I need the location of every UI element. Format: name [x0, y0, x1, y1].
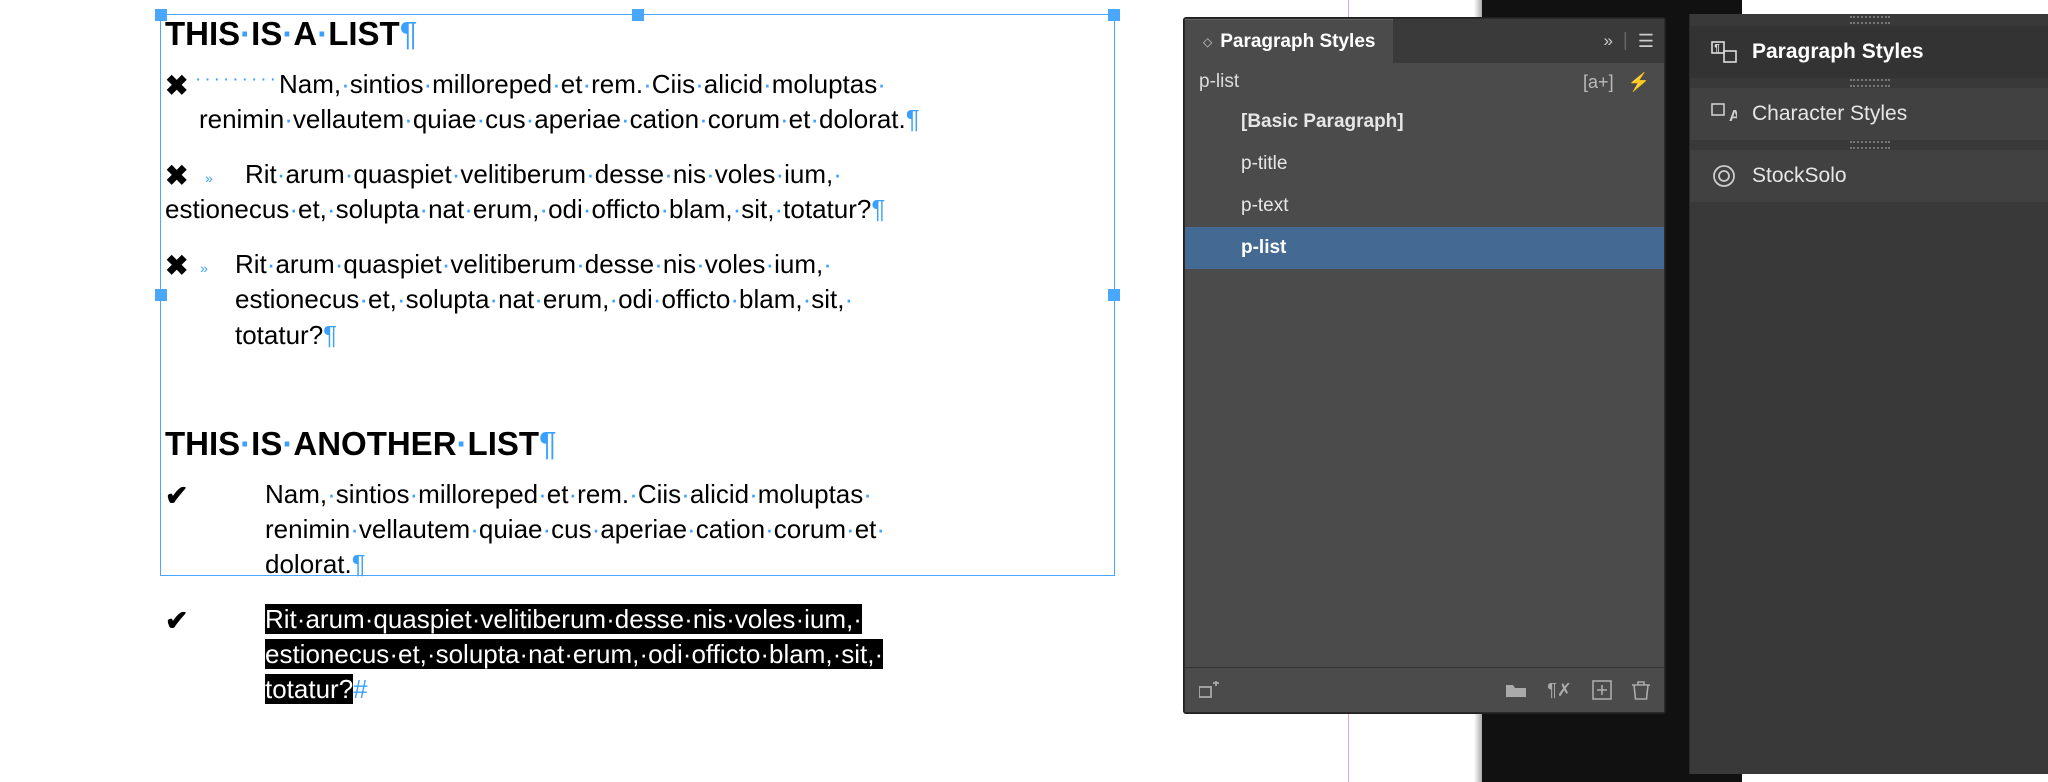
list-item-selected[interactable]: ✔ Rit·arum·quaspiet·velitiberum·desse·ni…	[165, 602, 1110, 707]
create-new-style-icon[interactable]	[1592, 680, 1612, 700]
list-item-text: Nam,·sintios·milloreped·et·rem.·Ciis·ali…	[265, 477, 1110, 582]
panel-tab-paragraph-styles[interactable]: ◇ Paragraph Styles	[1185, 19, 1393, 64]
document-canvas[interactable]: THIS·IS·A·LIST¶ ✖ ········· Nam,·sintios…	[0, 0, 1162, 782]
dock-item-label: StockSolo	[1752, 164, 1847, 188]
dock-item-stocksolo[interactable]: StockSolo	[1690, 150, 2048, 202]
panel-title: Paragraph Styles	[1220, 31, 1375, 53]
svg-text:A: A	[1729, 108, 1737, 125]
collapse-panel-icon[interactable]: »	[1603, 31, 1612, 51]
text-frame[interactable]: THIS·IS·A·LIST¶ ✖ ········· Nam,·sintios…	[160, 14, 1115, 576]
panel-tab-row: ◇ Paragraph Styles » | ☰	[1185, 19, 1664, 63]
list-item-text-selected: Rit·arum·quaspiet·velitiberum·desse·nis·…	[265, 602, 1110, 707]
end-of-story-mark: #	[353, 674, 367, 704]
list-item-text: Nam,·sintios·milloreped·et·rem.·Ciis·ali…	[199, 67, 1110, 137]
clear-overrides-icon[interactable]: ¶✗	[1547, 680, 1572, 701]
check-bullet-icon: ✔	[165, 477, 195, 582]
document-text[interactable]: THIS·IS·A·LIST¶ ✖ ········· Nam,·sintios…	[161, 15, 1114, 707]
pilcrow-mark: ¶	[400, 15, 418, 52]
list-item-text: Rit·arum·quaspiet·velitiberum·desse·nis·…	[165, 157, 1110, 227]
style-item-basic-paragraph[interactable]: [Basic Paragraph]	[1185, 101, 1664, 143]
frame-handle[interactable]	[1108, 9, 1120, 21]
heading-2-text: THIS·IS·ANOTHER·LIST	[165, 425, 539, 462]
dock-item-label: Character Styles	[1752, 102, 1907, 126]
add-mapping-icon[interactable]	[1199, 681, 1219, 699]
frame-handle[interactable]	[155, 289, 167, 301]
divider: |	[1623, 30, 1628, 52]
frame-handle[interactable]	[632, 9, 644, 21]
dock-item-label: Paragraph Styles	[1752, 40, 1924, 64]
heading-2[interactable]: THIS·IS·ANOTHER·LIST¶	[165, 425, 1110, 463]
dock-item-character-styles[interactable]: A Character Styles	[1690, 88, 2048, 140]
style-item-p-list[interactable]: p-list	[1185, 227, 1664, 269]
current-style-name: p-list	[1199, 71, 1239, 93]
frame-handle[interactable]	[1108, 289, 1120, 301]
panel-menu-icon[interactable]: ☰	[1638, 31, 1654, 52]
cross-bullet-icon: ✖	[165, 67, 195, 137]
override-highlighter-icon[interactable]: [a+]	[1583, 72, 1614, 93]
pilcrow-mark: ¶	[539, 425, 557, 462]
style-item-p-text[interactable]: p-text	[1185, 185, 1664, 227]
check-bullet-icon: ✔	[165, 602, 195, 707]
paragraph-styles-panel[interactable]: ◇ Paragraph Styles » | ☰ p-list [a+] ⚡ […	[1184, 18, 1665, 713]
cross-bullet-icon: ✖	[165, 247, 195, 352]
current-style-row: p-list [a+] ⚡	[1185, 63, 1664, 101]
list-item[interactable]: ✖ ········· Nam,·sintios·milloreped·et·r…	[165, 67, 1110, 137]
tab-guillemet-mark: »	[195, 247, 235, 352]
list-item[interactable]: ✖ » Rit·arum·quaspiet·velitiberum·desse·…	[165, 157, 1110, 227]
stocksolo-icon	[1710, 165, 1738, 187]
frame-handle[interactable]	[155, 9, 167, 21]
chevron-updown-icon: ◇	[1203, 35, 1212, 49]
right-dock[interactable]: ¶ Paragraph Styles A Character Styles St…	[1689, 14, 2048, 774]
delete-style-trash-icon[interactable]	[1632, 680, 1650, 700]
new-style-group-icon[interactable]	[1505, 682, 1527, 698]
svg-text:¶: ¶	[1714, 43, 1720, 54]
heading-1-text: THIS·IS·A·LIST	[165, 15, 400, 52]
pilcrow-frame-icon: ¶	[1710, 41, 1738, 63]
panel-footer: ¶✗	[1185, 667, 1664, 712]
dock-item-paragraph-styles[interactable]: ¶ Paragraph Styles	[1690, 26, 2048, 78]
list-item[interactable]: ✖ » Rit·arum·quaspiet·velitiberum·desse·…	[165, 247, 1110, 352]
panels-area: ◇ Paragraph Styles » | ☰ p-list [a+] ⚡ […	[1162, 0, 2048, 782]
style-item-p-title[interactable]: p-title	[1185, 143, 1664, 185]
quick-apply-lightning-icon[interactable]: ⚡	[1628, 72, 1650, 93]
list-item-text: Rit·arum·quaspiet·velitiberum·desse·nis·…	[235, 247, 1110, 352]
character-a-icon: A	[1710, 103, 1738, 125]
paragraph-styles-list[interactable]: [Basic Paragraph] p-title p-text p-list	[1185, 101, 1664, 667]
list-item[interactable]: ✔ Nam,·sintios·milloreped·et·rem.·Ciis·a…	[165, 477, 1110, 582]
dock-gripper[interactable]	[1690, 14, 2048, 26]
